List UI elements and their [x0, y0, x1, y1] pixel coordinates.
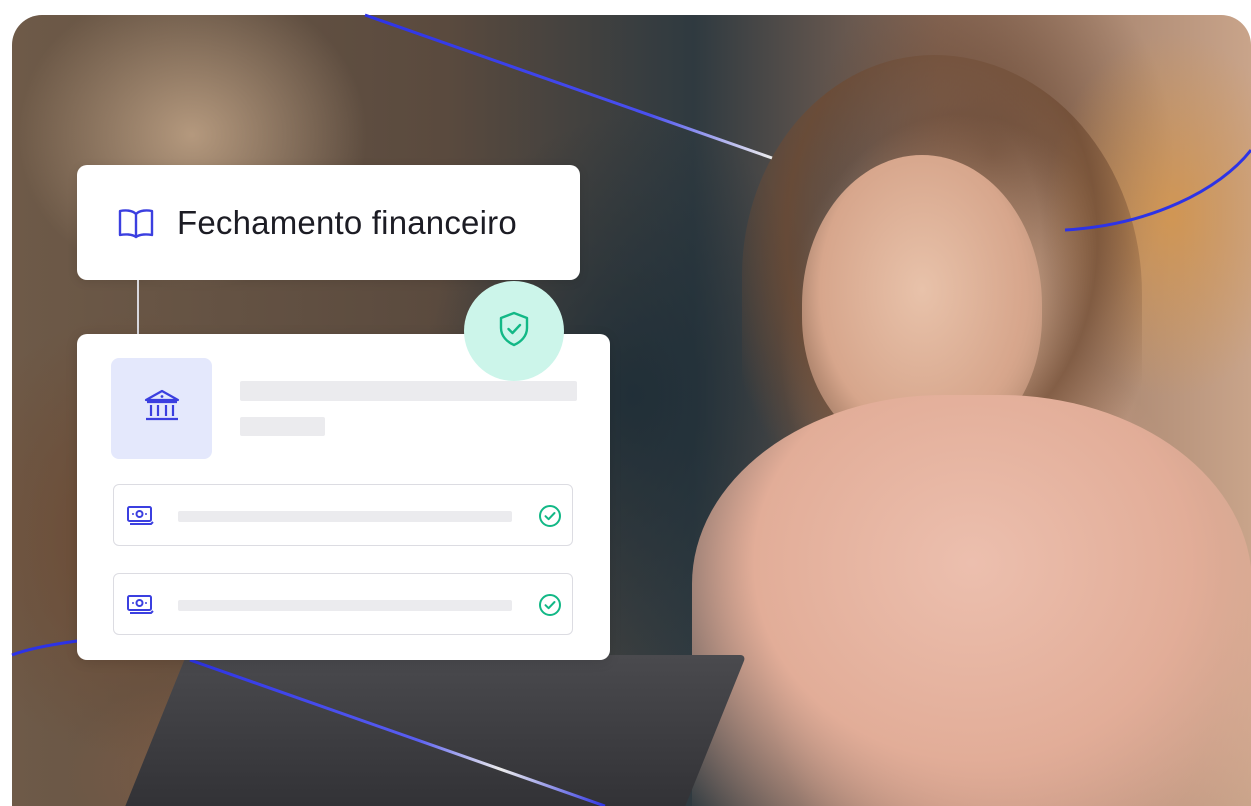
shield-check-icon — [497, 310, 531, 353]
check-circle-icon — [538, 593, 562, 617]
row-placeholder — [178, 600, 512, 611]
bank-icon — [143, 388, 181, 429]
title-card: Fechamento financeiro — [77, 165, 580, 280]
title-placeholder — [240, 381, 577, 401]
transaction-row[interactable] — [113, 573, 573, 635]
page-title: Fechamento financeiro — [177, 203, 517, 241]
line-top — [364, 13, 773, 160]
transaction-row[interactable] — [113, 484, 573, 546]
account-card — [77, 334, 610, 660]
book-open-icon — [117, 206, 155, 240]
connector-line — [137, 280, 139, 334]
bank-tile — [111, 358, 212, 459]
security-badge — [464, 281, 564, 381]
line-right-curve — [1064, 149, 1251, 232]
line-left — [11, 639, 78, 657]
money-icon — [126, 504, 154, 528]
line-bottom — [189, 658, 606, 806]
subtitle-placeholder — [240, 417, 325, 436]
row-placeholder — [178, 511, 512, 522]
money-icon — [126, 593, 154, 617]
check-circle-icon — [538, 504, 562, 528]
